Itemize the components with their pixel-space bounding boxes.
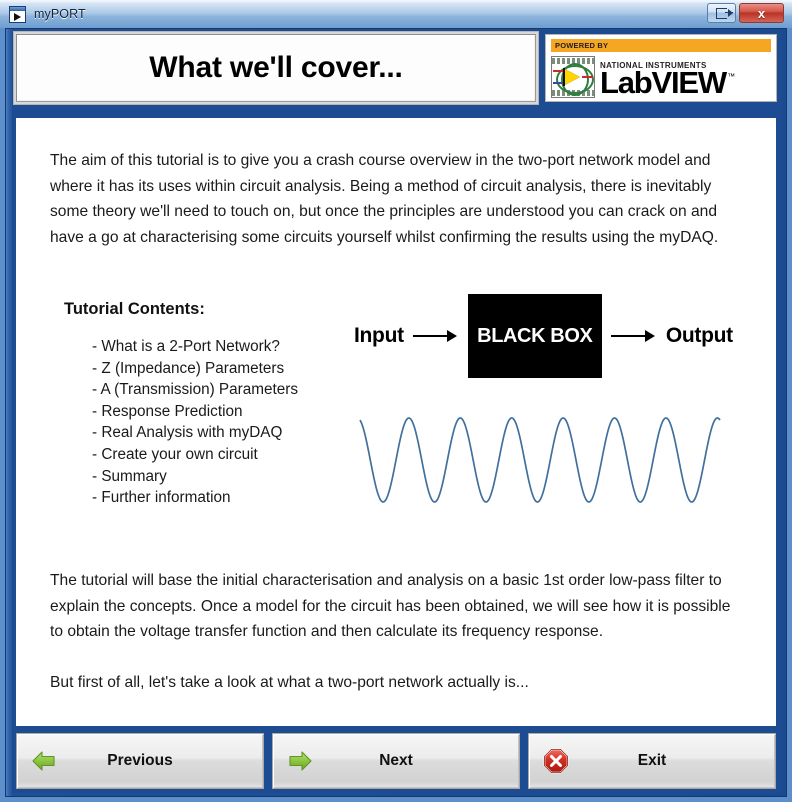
list-item: - Summary xyxy=(92,467,167,485)
logo-wordmark: NATIONAL INSTRUMENTS LabVIEW ™ xyxy=(600,61,735,98)
green-left-arrow-icon xyxy=(32,751,55,771)
previous-button[interactable]: Previous xyxy=(16,733,264,789)
filter-paragraph: The tutorial will base the initial chara… xyxy=(50,572,731,640)
labview-mark-icon xyxy=(551,56,595,98)
powered-by-banner: POWERED BY xyxy=(551,39,771,52)
trademark-symbol: ™ xyxy=(727,72,735,82)
tutorial-contents-heading: Tutorial Contents: xyxy=(64,300,205,318)
black-box-block: BLACK BOX xyxy=(467,294,602,378)
green-right-arrow-icon xyxy=(289,751,312,771)
vi-icon-titlebar xyxy=(10,6,25,11)
diagram-output-label: Output xyxy=(665,324,733,347)
application-window: myPORT x What we'll cover... POWERED BY xyxy=(0,0,792,802)
logo-triangle-edge xyxy=(563,68,583,86)
arrow-right-icon xyxy=(610,326,657,347)
list-item: - Create your own circuit xyxy=(92,445,258,463)
labview-logo: POWERED BY NATIONAL INSTRUMENTS LabVIEW … xyxy=(545,34,777,102)
closing-paragraph: But first of all, let's take a look at w… xyxy=(50,674,529,691)
window-title: myPORT xyxy=(34,7,86,21)
close-button[interactable]: x xyxy=(739,3,784,23)
labview-vi-icon xyxy=(9,5,26,23)
arrow-head xyxy=(644,329,655,342)
arrow-right-icon xyxy=(412,326,459,347)
list-item: - A (Transmission) Parameters xyxy=(92,381,298,399)
labview-wordmark-text: LabVIEW xyxy=(600,65,727,101)
intro-paragraph: The aim of this tutorial is to give you … xyxy=(50,152,719,246)
list-item: - Real Analysis with myDAQ xyxy=(92,424,283,442)
page-title: What we'll cover... xyxy=(149,51,403,84)
arrow-shaft xyxy=(610,335,647,338)
exit-button-label: Exit xyxy=(637,752,667,769)
powered-by-text: POWERED BY xyxy=(555,41,609,50)
list-item: - Z (Impedance) Parameters xyxy=(92,359,285,377)
exit-button[interactable]: Exit xyxy=(528,733,776,789)
page-title-banner: What we'll cover... xyxy=(16,34,536,102)
header-row: What we'll cover... POWERED BY NATIONAL … xyxy=(10,32,782,106)
restore-window-icon xyxy=(716,7,733,19)
black-box-diagram: Input BLACK BOX Output xyxy=(354,286,738,386)
previous-button-label: Previous xyxy=(107,752,173,769)
black-box-label: BLACK BOX xyxy=(477,324,593,347)
logo-body: NATIONAL INSTRUMENTS LabVIEW ™ xyxy=(551,54,771,98)
diagram-input-label: Input xyxy=(354,324,404,347)
navigation-button-bar: Previous Next Exit xyxy=(16,733,776,789)
arrow-shaft xyxy=(412,335,449,338)
labview-wordmark: LabVIEW ™ xyxy=(600,67,735,98)
vi-icon-run-arrow xyxy=(14,12,21,21)
tutorial-contents-list: - What is a 2-Port Network? - Z (Impedan… xyxy=(92,336,298,509)
list-item: - Further information xyxy=(92,489,231,507)
content-panel: The aim of this tutorial is to give you … xyxy=(16,118,776,726)
titlebar-highlight xyxy=(0,0,792,3)
next-button[interactable]: Next xyxy=(272,733,520,789)
list-item: - What is a 2-Port Network? xyxy=(92,338,280,355)
close-x-icon: x xyxy=(757,5,766,21)
sine-wave-graphic xyxy=(359,417,721,503)
arrow-head xyxy=(446,329,457,342)
next-button-label: Next xyxy=(379,752,413,769)
sine-wave-path xyxy=(359,417,721,503)
title-bar: myPORT x xyxy=(0,0,792,28)
red-stop-x-icon xyxy=(543,748,569,774)
window-controls: x xyxy=(707,3,784,23)
list-item: - Response Prediction xyxy=(92,402,243,420)
logo-red-line-right xyxy=(582,76,593,78)
restore-button[interactable] xyxy=(707,3,736,23)
